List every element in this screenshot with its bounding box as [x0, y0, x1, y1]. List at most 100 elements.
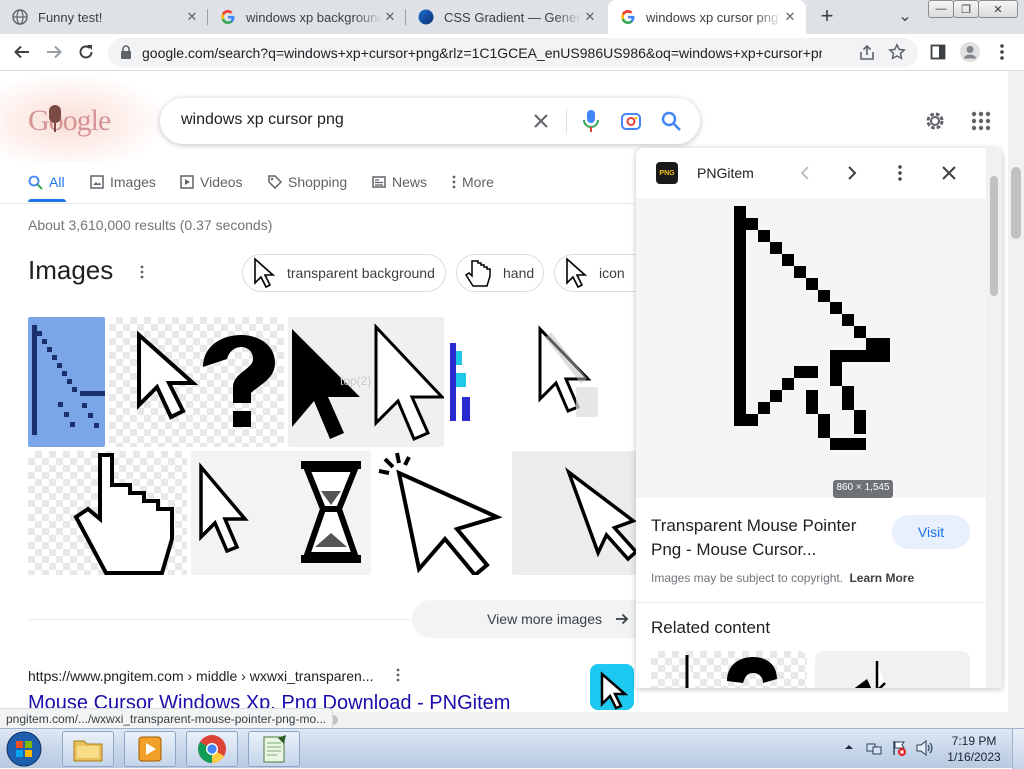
notepad-icon — [263, 735, 286, 763]
chip-icon[interactable]: icon — [554, 254, 636, 292]
tab-css-gradient[interactable]: CSS Gradient — Generator ✕ — [406, 0, 606, 34]
related-image[interactable] — [815, 651, 970, 688]
visit-button[interactable]: Visit — [892, 515, 970, 549]
browser-toolbar: google.com/search?q=windows+xp+cursor+pn… — [0, 34, 1024, 71]
image-thumbnail[interactable]: top(2) — [288, 317, 444, 447]
apps-grid-icon[interactable] — [971, 111, 991, 131]
search-submit-icon[interactable] — [660, 110, 682, 132]
source-logo-text: PNG — [659, 169, 675, 177]
nav-tab-label: Shopping — [288, 174, 348, 190]
voice-search-icon[interactable] — [582, 109, 600, 133]
tab-search-button[interactable]: ⌄ — [895, 6, 915, 26]
google-logo[interactable]: Google — [28, 104, 111, 138]
page-scrollbar[interactable] — [1008, 71, 1024, 712]
previous-image-icon[interactable] — [798, 165, 812, 181]
settings-gear-icon[interactable] — [923, 109, 947, 133]
nav-tab-label: All — [49, 174, 65, 190]
close-tab-icon[interactable]: ✕ — [582, 9, 598, 25]
panel-scrollbar[interactable] — [986, 148, 1002, 688]
next-image-icon[interactable] — [845, 165, 859, 181]
related-image[interactable] — [651, 651, 807, 688]
copyright-text: Images may be subject to copyright. — [651, 571, 844, 585]
results-stats: About 3,610,000 results (0.37 seconds) — [28, 217, 273, 233]
action-center-flag-icon[interactable] — [891, 740, 907, 756]
media-player-icon — [138, 736, 162, 762]
close-tab-icon[interactable]: ✕ — [782, 9, 798, 25]
nav-tab-videos[interactable]: Videos — [180, 172, 243, 192]
start-button[interactable] — [4, 730, 44, 768]
show-desktop-button[interactable] — [1012, 729, 1024, 769]
view-more-images-button[interactable]: View more images — [412, 600, 636, 638]
nav-tab-label: More — [462, 174, 494, 190]
system-clock[interactable]: 7:19 PM 1/16/2023 — [944, 733, 1004, 765]
close-tab-icon[interactable]: ✕ — [382, 9, 398, 25]
network-icon[interactable] — [866, 740, 882, 756]
result-url[interactable]: https://www.pngitem.com › middle › wxwxi… — [28, 668, 373, 684]
share-icon[interactable] — [858, 44, 876, 62]
browser-menu-button[interactable] — [990, 40, 1014, 64]
link-status-bar: pngitem.com/.../wxwxi_transparent-mouse-… — [0, 708, 334, 728]
learn-more-link[interactable]: Learn More — [849, 571, 914, 585]
avatar-icon — [960, 42, 980, 62]
volume-icon[interactable] — [915, 740, 933, 756]
clear-search-icon[interactable] — [532, 112, 550, 130]
image-thumbnail[interactable] — [512, 451, 636, 575]
nav-tab-more[interactable]: More — [452, 172, 494, 192]
taskbar-chrome[interactable] — [186, 731, 238, 767]
bookmark-star-icon[interactable] — [888, 43, 906, 61]
minimize-button[interactable]: — — [928, 0, 954, 18]
taskbar-file-explorer[interactable] — [62, 731, 114, 767]
svg-text:top(2): top(2) — [340, 374, 371, 388]
panel-scrollbar-thumb[interactable] — [990, 176, 998, 296]
back-button[interactable] — [10, 40, 34, 64]
new-tab-button[interactable]: + — [816, 5, 838, 29]
profile-button[interactable] — [958, 40, 982, 64]
clock-date: 1/16/2023 — [947, 750, 1001, 764]
reload-button[interactable] — [74, 40, 98, 64]
images-more-icon[interactable] — [140, 265, 144, 279]
lock-icon[interactable] — [120, 45, 132, 59]
search-input[interactable]: windows xp cursor png — [181, 111, 344, 129]
tab-funny-test[interactable]: Funny test! ✕ — [0, 0, 208, 34]
window-close-button[interactable]: ✕ — [978, 0, 1018, 18]
image-thumbnail[interactable] — [448, 317, 628, 447]
source-name[interactable]: PNGitem — [697, 165, 754, 181]
image-thumbnail[interactable] — [28, 317, 105, 447]
taskbar-notepad[interactable] — [248, 731, 300, 767]
tab-windows-xp-background[interactable]: windows xp background ✕ — [208, 0, 406, 34]
close-panel-icon[interactable] — [940, 164, 958, 182]
nav-tab-news[interactable]: News — [372, 172, 427, 192]
tab-windows-xp-cursor[interactable]: windows xp cursor png - Google Search ✕ — [608, 0, 806, 34]
reload-icon — [79, 45, 93, 59]
image-thumbnail[interactable] — [109, 317, 284, 447]
chip-hand[interactable]: hand — [456, 254, 544, 292]
image-preview-panel: PNG PNGitem 860 × 1,545 Transparent Mous… — [636, 148, 1002, 688]
maximize-button[interactable]: ❐ — [953, 0, 979, 18]
side-panel-button[interactable] — [926, 40, 950, 64]
preview-title[interactable]: Transparent Mouse Pointer Png - Mouse Cu… — [651, 514, 879, 562]
image-thumbnail[interactable] — [28, 451, 187, 575]
page-scrollbar-thumb[interactable] — [1011, 167, 1021, 239]
search-icon — [28, 175, 43, 190]
preview-image[interactable]: 860 × 1,545 — [636, 198, 1002, 498]
nav-tab-shopping[interactable]: Shopping — [268, 172, 347, 192]
taskbar-media-player[interactable] — [124, 731, 176, 767]
tab-title: Funny test! — [38, 9, 103, 25]
image-dimensions: 860 × 1,545 — [836, 482, 890, 493]
image-thumbnail[interactable] — [191, 451, 371, 575]
lens-search-icon[interactable] — [620, 110, 642, 132]
result-more-icon[interactable] — [396, 668, 400, 682]
tag-icon — [268, 175, 282, 189]
nav-tab-images[interactable]: Images — [90, 172, 156, 192]
panel-more-icon[interactable] — [898, 165, 902, 181]
nav-tab-label: News — [392, 174, 428, 190]
nav-tab-all[interactable]: All — [28, 172, 65, 192]
image-thumbnail[interactable] — [375, 451, 508, 575]
address-bar[interactable]: google.com/search?q=windows+xp+cursor+pn… — [108, 38, 918, 67]
show-hidden-icons-icon[interactable] — [844, 742, 854, 752]
chip-transparent-background[interactable]: transparent background — [242, 254, 446, 292]
forward-button[interactable] — [42, 40, 66, 64]
close-tab-icon[interactable]: ✕ — [184, 9, 200, 25]
search-box[interactable]: windows xp cursor png — [160, 98, 700, 144]
result-thumbnail[interactable] — [590, 664, 634, 710]
